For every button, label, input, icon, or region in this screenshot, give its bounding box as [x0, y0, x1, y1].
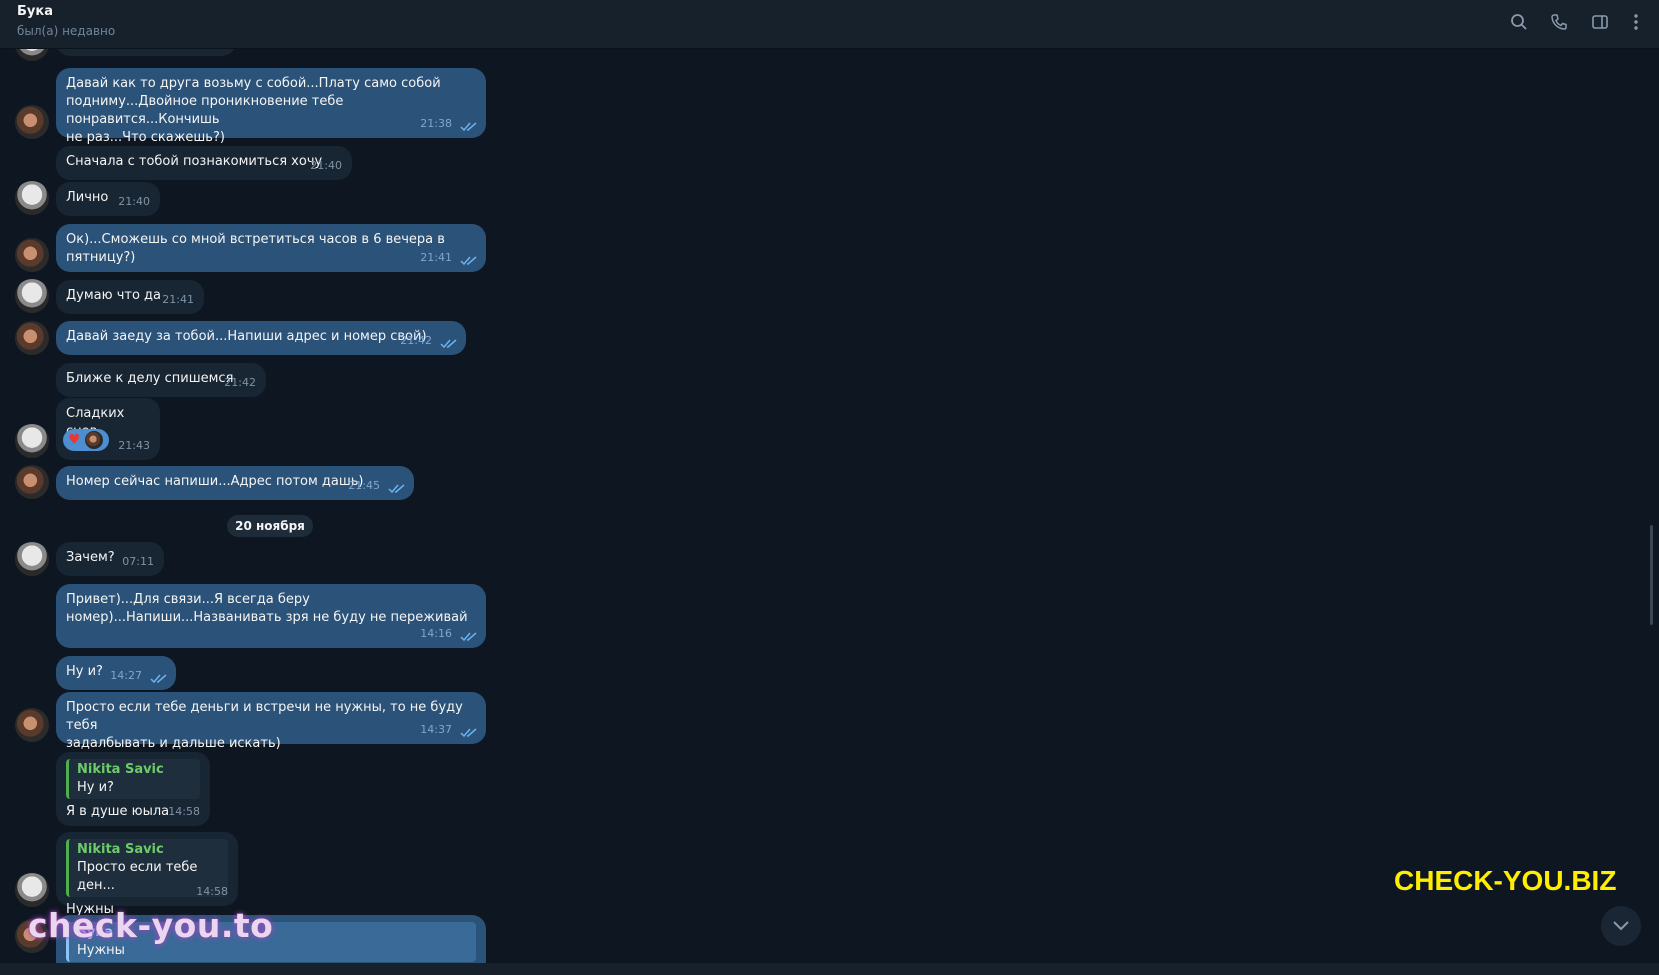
- reply-author: Nikita Savic: [77, 842, 164, 857]
- message-list[interactable]: Давай как то друга возьму с собой...Плат…: [0, 49, 1659, 963]
- message-time: 14:37: [420, 723, 452, 736]
- search-icon[interactable]: [1508, 11, 1530, 33]
- message-bubble-incoming[interactable]: Думаю что да 21:41: [56, 280, 204, 314]
- avatar[interactable]: [15, 465, 49, 499]
- message-time: 21:42: [400, 334, 432, 347]
- message-bubble-incoming[interactable]: Сначала с тобой познакомиться хочу 21:40: [56, 146, 352, 180]
- message-time: 14:27: [110, 669, 142, 682]
- double-check-icon: [460, 632, 477, 642]
- more-vertical-icon[interactable]: [1625, 11, 1647, 33]
- reply-author: Nikita Savic: [77, 762, 164, 777]
- message-bubble-outgoing[interactable]: Давай заеду за тобой...Напиши адрес и но…: [56, 321, 466, 355]
- message-time: 21:42: [224, 376, 256, 389]
- message-bubble-incoming[interactable]: Ближе к делу спишемся 21:42: [56, 363, 266, 397]
- reply-quote[interactable]: Nikita Savic Ну и?: [66, 759, 200, 799]
- message-bubble-incoming[interactable]: Лично 21:40: [56, 182, 160, 216]
- double-check-icon: [440, 339, 457, 349]
- avatar[interactable]: [15, 542, 49, 576]
- avatar[interactable]: [15, 49, 49, 61]
- scroll-to-bottom-button[interactable]: [1601, 906, 1641, 946]
- chevron-down-icon: [1613, 921, 1629, 931]
- message-text: Давай как то друга возьму с собой...Плат…: [66, 76, 441, 145]
- double-check-icon: [460, 122, 477, 132]
- double-check-icon: [460, 728, 477, 738]
- message-time: 21:45: [348, 479, 380, 492]
- message-text: Сначала с тобой познакомиться хочу: [66, 154, 323, 169]
- message-time: 14:16: [420, 627, 452, 640]
- scrollbar-track[interactable]: [1649, 50, 1653, 960]
- avatar[interactable]: [15, 873, 49, 907]
- double-check-icon: [388, 484, 405, 494]
- message-text: Давай заеду за тобой...Напиши адрес и но…: [66, 329, 427, 344]
- double-check-icon: [460, 256, 477, 266]
- message-time: 14:58: [168, 805, 200, 818]
- scrollbar-thumb[interactable]: [1650, 525, 1653, 625]
- heart-icon: ♥: [68, 432, 81, 448]
- message-text: Просто если тебе деньги и встречи не нуж…: [66, 700, 463, 751]
- message-bubble-incoming[interactable]: Зачем? 07:11: [56, 542, 164, 576]
- avatar[interactable]: [15, 279, 49, 313]
- message-bubble-outgoing[interactable]: Давай как то друга возьму с собой...Плат…: [56, 68, 486, 145]
- composer-bar[interactable]: [0, 963, 1659, 975]
- message-bubble-outgoing[interactable]: Ок)...Сможешь со мной встретиться часов …: [56, 224, 486, 272]
- phone-icon[interactable]: [1548, 11, 1570, 33]
- message-bubble-outgoing[interactable]: Номер сейчас напиши...Адрес потом дашь) …: [56, 466, 414, 500]
- watermark-right: CHECK-YOU.BIZ: [1394, 865, 1617, 896]
- avatar[interactable]: [15, 181, 49, 215]
- message-time: 21:38: [420, 117, 452, 130]
- message-time: 14:58: [196, 885, 228, 898]
- reaction-badge[interactable]: ♥: [63, 429, 109, 451]
- avatar[interactable]: [15, 424, 49, 458]
- message-time: 21:43: [118, 439, 150, 452]
- message-time: 21:40: [118, 195, 150, 208]
- message-bubble-incoming[interactable]: Nikita Savic Просто если тебе ден... Нуж…: [56, 832, 238, 917]
- message-time: 21:41: [420, 251, 452, 264]
- chat-title[interactable]: Бука: [17, 4, 53, 19]
- message-time: 21:41: [162, 293, 194, 306]
- date-separator: 20 ноября: [227, 515, 313, 537]
- telegram-chat-window: Бука был(а) недавно Давай как то друга в…: [0, 0, 1659, 975]
- message-time: 21:40: [310, 159, 342, 172]
- message-text: Привет)...Для связи...Я всегда беру номе…: [66, 592, 468, 625]
- last-seen-status: был(а) недавно: [17, 24, 116, 38]
- message-text: Ок)...Сможешь со мной встретиться часов …: [66, 232, 445, 265]
- message-bubble-outgoing[interactable]: Привет)...Для связи...Я всегда беру номе…: [56, 584, 486, 648]
- message-bubble-incoming[interactable]: Nikita Savic Ну и? Я в душе юыла 14:58: [56, 752, 210, 826]
- message-time: 07:11: [122, 555, 154, 568]
- chat-header[interactable]: Бука был(а) недавно: [0, 0, 1659, 49]
- double-check-icon: [150, 674, 167, 684]
- watermark-left: check-you.to: [28, 906, 274, 945]
- message-bubble-partial[interactable]: [56, 49, 236, 56]
- reactor-avatar: [84, 431, 103, 449]
- sidebar-toggle-icon[interactable]: [1589, 11, 1611, 33]
- message-bubble-outgoing[interactable]: Просто если тебе деньги и встречи не нуж…: [56, 692, 486, 751]
- message-bubble-outgoing[interactable]: Ну и? 14:27: [56, 656, 176, 690]
- avatar[interactable]: [15, 105, 49, 139]
- avatar[interactable]: [15, 238, 49, 272]
- avatar[interactable]: [15, 321, 49, 355]
- reply-text: Ну и?: [77, 780, 114, 795]
- avatar[interactable]: [15, 708, 49, 742]
